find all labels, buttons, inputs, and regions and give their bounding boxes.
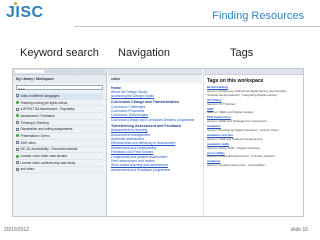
tags-title: Tags on this workspace xyxy=(207,78,264,84)
keyword-search-panel: My Library / Workspace video video in di… xyxy=(13,69,107,216)
checkmark-icon xyxy=(16,154,19,158)
checkbox[interactable] xyxy=(16,141,19,145)
label-tags: Tags xyxy=(230,47,254,59)
list-item[interactable]: Presentation / Demo xyxy=(16,133,103,140)
panel-tab[interactable] xyxy=(15,70,44,73)
tags-list: Benchmarking used on 'Enhancing institut… xyxy=(204,86,303,168)
list-item-label: Learner voice video case studies xyxy=(20,154,67,159)
tags-panel: Tags on this workspace Benchmarking used… xyxy=(203,69,303,216)
navigation-header: video xyxy=(108,75,202,83)
app-screenshot: My Library / Workspace video video in di… xyxy=(12,68,304,217)
list-item[interactable]: Learner voice video case studies xyxy=(16,153,103,160)
list-item[interactable]: Dissertation and writing assignments xyxy=(16,126,103,134)
checkbox[interactable] xyxy=(16,127,19,131)
checkbox[interactable] xyxy=(16,147,19,151)
list-item[interactable]: ADD video xyxy=(16,140,103,147)
list-item-label: Dissertation and writing assignments xyxy=(20,127,73,132)
tag-usage: used on 'Staff and Students Development' xyxy=(207,136,263,141)
tag-usage: used on 'Skills and Strategies for super… xyxy=(207,119,268,124)
logo-dot xyxy=(14,2,17,5)
workspace-title: My Library / Workspace xyxy=(13,75,106,83)
tag-usage: used on 'Accessible Resources', 'Inclusi… xyxy=(207,154,276,159)
checkmark-icon xyxy=(16,101,19,105)
slide-title: Finding Resources xyxy=(212,10,304,22)
nav-link[interactable]: Accessing the Design Studio xyxy=(111,94,199,98)
list-item[interactable]: a RPSGT SA Assessment - Psychiatry xyxy=(16,106,103,114)
title-rule xyxy=(74,26,320,27)
list-item-label: Assessment / Feedback xyxy=(20,113,55,118)
nav-link[interactable]: Assessment and Feedback programme xyxy=(111,168,199,172)
checkmark-icon xyxy=(16,114,19,118)
list-item[interactable]: Learner video conferencing case study xyxy=(16,160,103,167)
tag-usage: used on 'ICT Policies' xyxy=(207,101,236,106)
checkbox[interactable] xyxy=(16,121,19,125)
checkbox[interactable] xyxy=(16,107,19,111)
list-item[interactable]: and video xyxy=(16,167,103,174)
list-item-label: ISC DL Accessibility - Recorded webinar xyxy=(20,147,78,152)
search-input[interactable]: video xyxy=(16,85,103,91)
checkbox[interactable] xyxy=(16,161,19,165)
list-item[interactable]: ISC DL Accessibility - Recorded webinar xyxy=(16,147,103,154)
tag-usage: used on 'Enhancing institutional digital… xyxy=(207,89,288,97)
label-keyword-search: Keyword search xyxy=(20,47,99,59)
checkbox[interactable] xyxy=(16,94,19,98)
checkbox[interactable] xyxy=(16,167,19,171)
panel-tab[interactable] xyxy=(45,70,74,73)
nav-link[interactable]: Curriculum Design and Curriculum Deliver… xyxy=(111,118,199,122)
logo-text: JISC xyxy=(6,4,44,21)
list-item[interactable]: video in different languages xyxy=(16,93,103,100)
tag-usage: used on 'Creating Resources', 'Accessibi… xyxy=(207,163,266,168)
jisc-logo: JISC xyxy=(6,2,43,22)
list-item-label: a RPSGT SA Assessment - Psychiatry xyxy=(20,107,75,112)
list-item-label: Thinking & Shelving xyxy=(20,120,49,125)
list-item-label: ADD video xyxy=(20,140,36,145)
footer-date: 20/10/2012 xyxy=(4,227,30,233)
list-item-label: Learner video conferencing case study xyxy=(20,160,76,165)
tag-usage: used on 'Study Skills', 'Digital Literac… xyxy=(207,145,260,150)
list-item-label: Presentation / Demo xyxy=(20,133,50,138)
list-item[interactable]: Thinking & Shelving xyxy=(16,120,103,127)
label-navigation: Navigation xyxy=(118,47,170,59)
slide-number: slide 10 xyxy=(290,227,308,233)
list-item[interactable]: Flashing moving job lights videos xyxy=(16,100,103,107)
navigation-panel: video Home About the Design Studio Acces… xyxy=(108,69,202,216)
list-item-label: and video xyxy=(20,167,35,172)
panel-tab[interactable] xyxy=(75,70,104,73)
list-item[interactable]: Assessment / Feedback xyxy=(16,113,103,120)
search-results: video in different languages Flashing mo… xyxy=(13,92,106,174)
list-item-label: video in different languages xyxy=(20,93,60,98)
checkmark-icon xyxy=(16,134,19,138)
list-item-label: Flashing moving job lights videos xyxy=(20,100,68,105)
navigation-list: Home About the Design Studio Accessing t… xyxy=(108,83,202,173)
